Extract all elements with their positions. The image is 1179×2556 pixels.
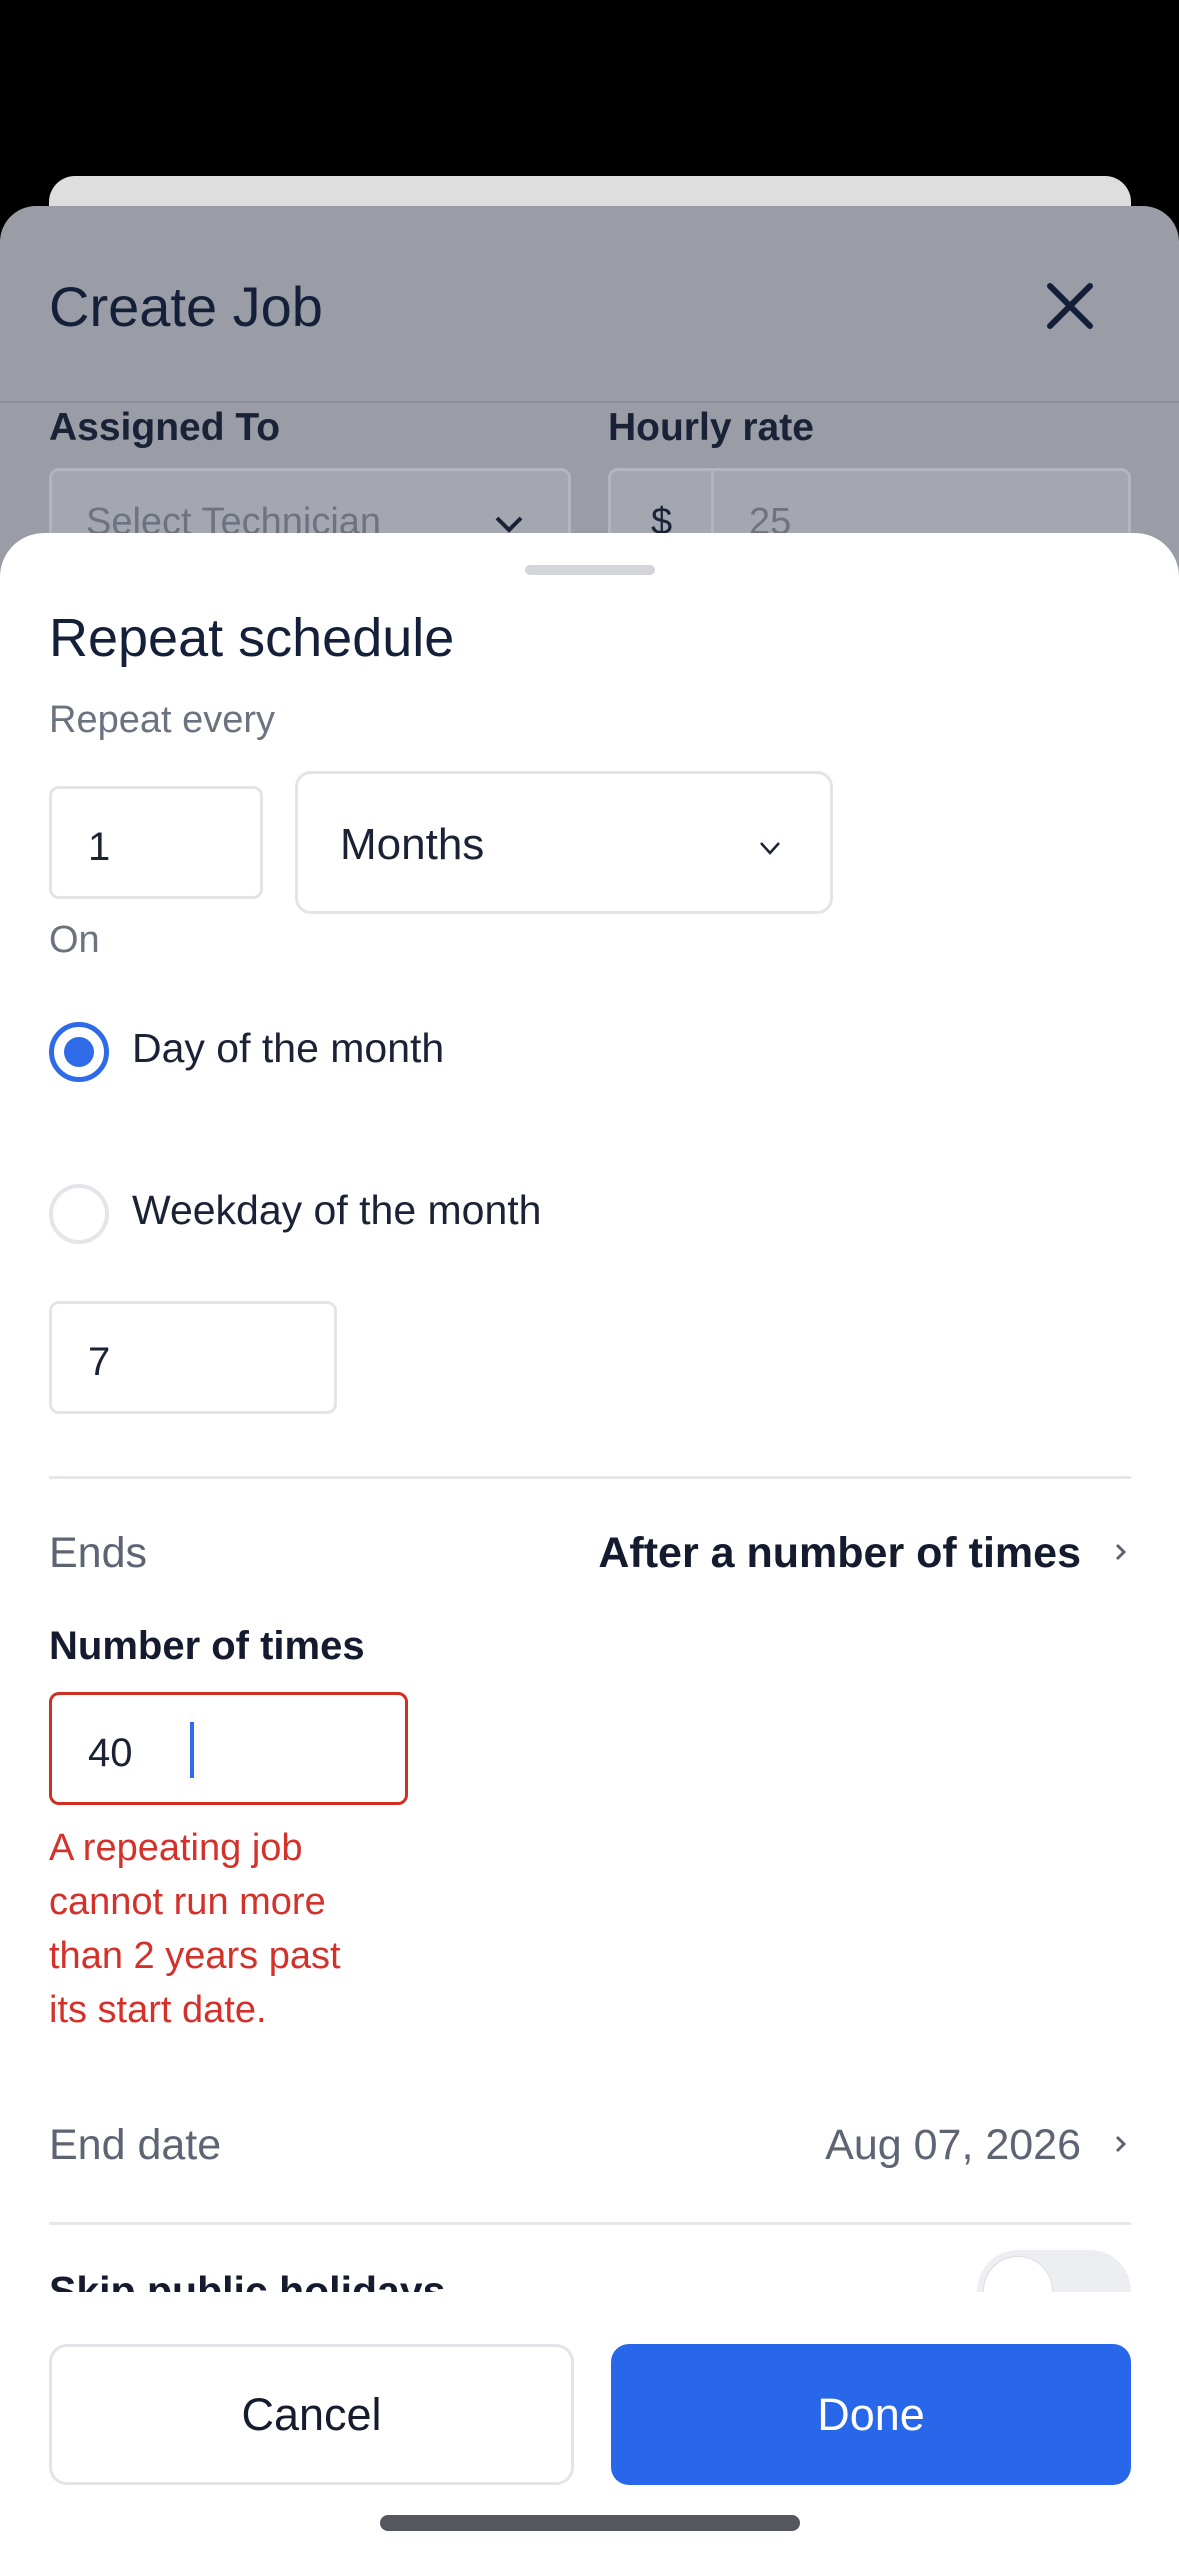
close-icon[interactable] [1040,276,1100,336]
sheet-grabber[interactable] [525,565,655,575]
cancel-button[interactable]: Cancel [49,2344,574,2485]
end-date-label: End date [49,2121,222,2169]
header-divider [0,401,1179,403]
error-message: A repeating job cannot run more than 2 y… [49,1827,341,2031]
number-of-times-value: 40 [88,1731,133,1775]
day-of-month-label[interactable]: Day of the month [132,1025,444,1072]
hourly-rate-label: Hourly rate [608,406,814,449]
chevron-right-icon[interactable] [1111,2129,1131,2159]
ends-value[interactable]: After a number of times [598,1529,1081,1578]
create-job-title: Create Job [49,275,323,338]
home-indicator [380,2515,800,2531]
day-input[interactable]: 7 [49,1301,337,1414]
chevron-down-icon [760,842,780,855]
assigned-to-label: Assigned To [49,406,281,449]
weekday-of-month-label[interactable]: Weekday of the month [132,1187,541,1234]
repeat-schedule-title: Repeat schedule [49,608,455,668]
weekday-of-month-radio[interactable] [49,1184,109,1244]
text-cursor [190,1722,194,1778]
repeat-unit-value: Months [340,820,485,869]
number-of-times-input[interactable]: 40 [49,1692,408,1805]
done-button[interactable]: Done [611,2344,1131,2485]
repeat-unit-select[interactable]: Months [295,771,833,914]
day-of-month-radio[interactable] [49,1022,109,1082]
number-of-times-label: Number of times [49,1624,365,1668]
chevron-right-icon[interactable] [1111,1537,1131,1567]
repeat-schedule-sheet: Repeat schedule Repeat every 1 Months On… [0,533,1179,2556]
repeat-every-label: Repeat every [49,699,276,741]
on-label: On [49,919,100,961]
divider [49,2222,1131,2225]
screen: Create Job Assigned To Hourly rate Selec… [0,0,1179,2556]
repeat-interval-input[interactable]: 1 [49,786,263,899]
end-date-value[interactable]: Aug 07, 2026 [825,2121,1081,2170]
repeat-interval-value: 1 [88,825,111,869]
day-value: 7 [88,1340,111,1384]
divider [49,1476,1131,1479]
ends-label: Ends [49,1529,148,1577]
